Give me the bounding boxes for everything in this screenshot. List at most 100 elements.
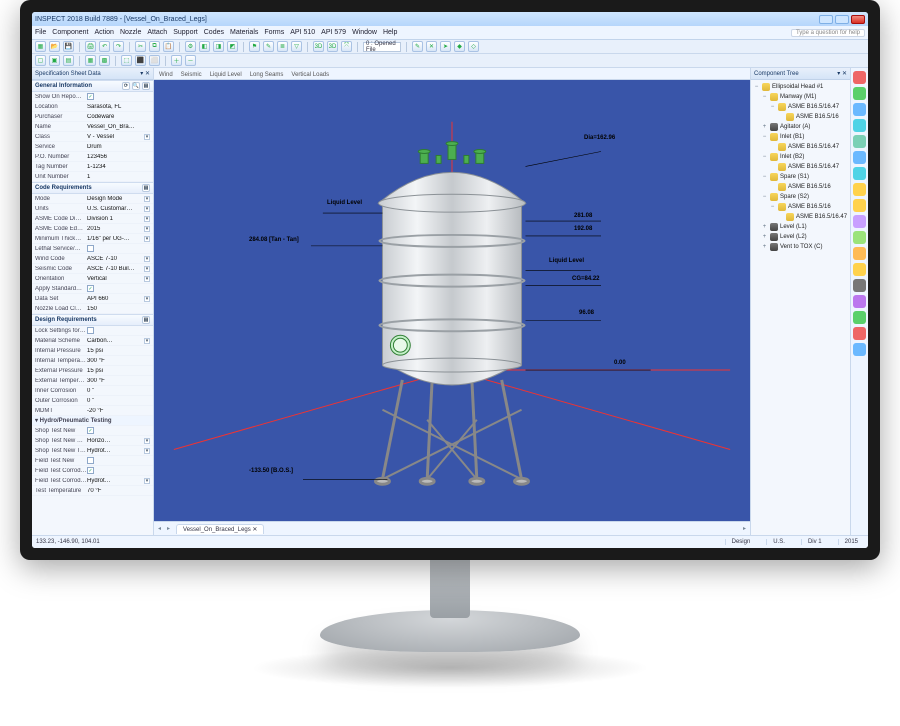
undo-icon[interactable]: ↶ (99, 41, 110, 52)
tree-item[interactable]: −Spare (S1) (753, 172, 848, 182)
prop-value[interactable]: 70 °F (87, 488, 150, 494)
prop-value[interactable]: 15 psi (87, 348, 150, 354)
refresh-icon[interactable]: ⟳ (122, 82, 130, 90)
tab-scroll-right-icon[interactable]: ▸ (743, 525, 746, 532)
window-close-button[interactable] (851, 15, 865, 24)
minus-icon[interactable]: － (185, 55, 196, 66)
tree-item[interactable]: −Ellipsoidal Head #1 (753, 82, 848, 92)
tree-item[interactable]: ASME B16.5/16.47 (753, 162, 848, 172)
prop-value[interactable]: Sarasota, FL (87, 104, 150, 110)
section-general[interactable]: General Information ⟳🔍▤ (32, 80, 153, 92)
tree-twisty-icon[interactable]: + (761, 224, 768, 230)
dropdown-icon[interactable]: ▾ (144, 448, 150, 454)
flag-icon[interactable]: ⚑ (249, 41, 260, 52)
checkbox[interactable] (87, 457, 94, 464)
prop-value[interactable]: Division 1 (87, 216, 144, 222)
prop-value[interactable]: 123456 (87, 154, 150, 160)
section-code[interactable]: Code Requirements ▤ (32, 182, 153, 194)
tree-twisty-icon[interactable]: − (761, 94, 768, 100)
prop-value[interactable]: 1/16" per UG-… (87, 236, 144, 242)
prop-value[interactable]: ✓ (87, 285, 150, 292)
tab-wind[interactable]: Wind (159, 71, 173, 79)
cross-icon[interactable]: ✕ (426, 41, 437, 52)
checkbox[interactable]: ✓ (87, 427, 94, 434)
prop-value[interactable]: 0 " (87, 388, 150, 394)
tab-vertical-loads[interactable]: Vertical Loads (291, 71, 329, 79)
tree-twisty-icon[interactable]: − (753, 84, 760, 90)
tree-item[interactable]: +Level (L1) (753, 222, 848, 232)
pencil-icon[interactable]: ✎ (412, 41, 423, 52)
copy-icon[interactable]: ⧉ (149, 41, 160, 52)
menu-help[interactable]: Help (383, 29, 397, 36)
component-tree[interactable]: −Ellipsoidal Head #1−Manway (M1)−ASME B1… (751, 80, 850, 535)
prop-value[interactable]: 15 psi (87, 368, 150, 374)
dropdown-icon[interactable]: ▾ (144, 256, 150, 262)
status-units[interactable]: U.S. (766, 539, 791, 545)
view3d-icon[interactable]: 3D (313, 41, 324, 52)
menu-forms[interactable]: Forms (264, 29, 284, 36)
prop-value[interactable]: 300 °F (87, 378, 150, 384)
prop-value[interactable]: ✓ (87, 467, 150, 474)
palette-icon-4[interactable] (853, 119, 866, 132)
prop-value[interactable]: -20 °F (87, 408, 150, 414)
axis-icon[interactable]: ⤧ (341, 41, 352, 52)
palette-icon-2[interactable] (853, 87, 866, 100)
prop-value[interactable] (87, 457, 150, 464)
view3d2-icon[interactable]: 3D (327, 41, 338, 52)
arrow-icon[interactable]: ➤ (440, 41, 451, 52)
palette-icon-8[interactable] (853, 183, 866, 196)
palette-icon-1[interactable] (853, 71, 866, 84)
palette-icon-18[interactable] (853, 343, 866, 356)
dropdown-icon[interactable]: ▾ (144, 338, 150, 344)
checkbox[interactable] (87, 245, 94, 252)
box2-icon[interactable]: ▣ (49, 55, 60, 66)
prop-value[interactable]: ✓ (87, 93, 150, 100)
save-icon[interactable]: 💾 (63, 41, 74, 52)
paste-icon[interactable]: 📋 (163, 41, 174, 52)
grid-icon[interactable]: ▦ (85, 55, 96, 66)
box3-icon[interactable]: ▤ (63, 55, 74, 66)
print-icon[interactable]: 🖨 (85, 41, 96, 52)
window-maximize-button[interactable] (835, 15, 849, 24)
palette-icon-12[interactable] (853, 247, 866, 260)
menu-codes[interactable]: Codes (204, 29, 224, 36)
prop-value[interactable]: Codeware (87, 114, 150, 120)
ax2-icon[interactable]: ⬛ (135, 55, 146, 66)
prop-value[interactable]: 1-1234 (87, 164, 150, 170)
tab-long-seams[interactable]: Long Seams (250, 71, 284, 79)
ax1-icon[interactable]: ⬚ (121, 55, 132, 66)
collapse3-icon[interactable]: ▤ (142, 316, 150, 324)
prop-value[interactable]: Drum (87, 144, 150, 150)
dropdown-icon[interactable]: ▾ (144, 206, 150, 212)
cut-icon[interactable]: ✂ (135, 41, 146, 52)
palette-icon-10[interactable] (853, 215, 866, 228)
tree-item[interactable]: −ASME B16.5/16.47 (753, 102, 848, 112)
prop-value[interactable]: ASCE 7-10 (87, 256, 144, 262)
tree-twisty-icon[interactable]: + (761, 244, 768, 250)
misc1-icon[interactable]: ◆ (454, 41, 465, 52)
tree-item[interactable]: −Inlet (B2) (753, 152, 848, 162)
tree-item[interactable]: +Agitator (A) (753, 122, 848, 132)
pin2-icon[interactable]: ▾ ✕ (831, 70, 847, 77)
opened-file-field[interactable]: 0 : Opened File (363, 42, 401, 52)
palette-icon-7[interactable] (853, 167, 866, 180)
prop-value[interactable]: Horizo… (87, 438, 144, 444)
grid2-icon[interactable]: ▩ (99, 55, 110, 66)
dropdown-icon[interactable]: ▾ (144, 134, 150, 140)
checkbox[interactable]: ✓ (87, 467, 94, 474)
tree-twisty-icon[interactable]: − (761, 174, 768, 180)
tab-seismic[interactable]: Seismic (181, 71, 202, 79)
dropdown-icon[interactable]: ▾ (144, 266, 150, 272)
redo-icon[interactable]: ↷ (113, 41, 124, 52)
menu-support[interactable]: Support (173, 29, 198, 36)
tree-item[interactable]: −Inlet (B1) (753, 132, 848, 142)
tool4-icon[interactable]: ◩ (227, 41, 238, 52)
prop-value[interactable]: Design Mode (87, 196, 144, 202)
dropdown-icon[interactable]: ▾ (144, 196, 150, 202)
tree-twisty-icon[interactable]: − (761, 154, 768, 160)
status-design[interactable]: Design (725, 539, 757, 545)
misc2-icon[interactable]: ◇ (468, 41, 479, 52)
search-icon[interactable]: 🔍 (132, 82, 140, 90)
tree-item[interactable]: ASME B16.5/16 (753, 182, 848, 192)
doc-tab-vessel[interactable]: Vessel_On_Braced_Legs ✕ (176, 524, 264, 534)
